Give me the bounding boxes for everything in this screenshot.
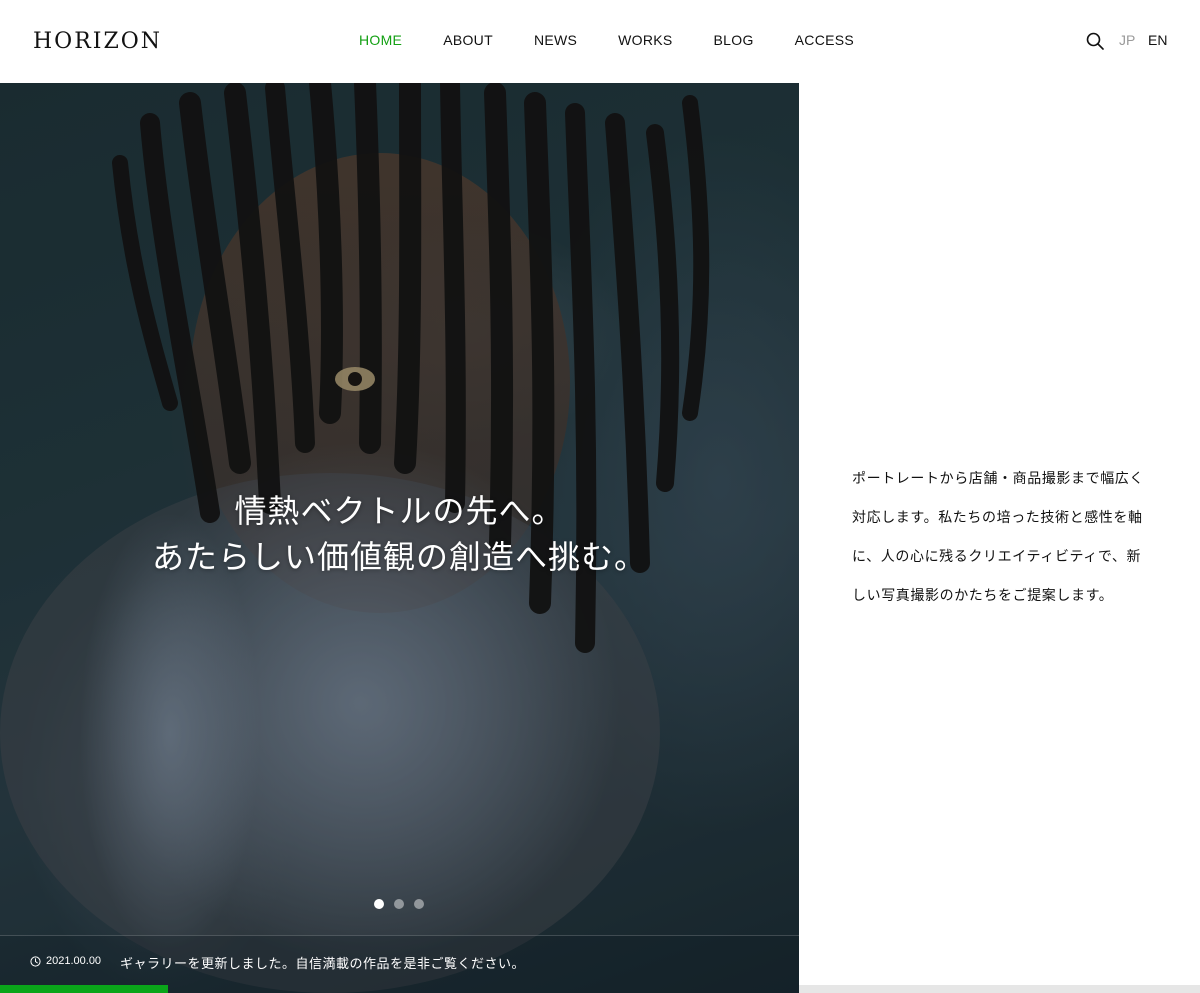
nav-home[interactable]: HOME [359, 32, 402, 48]
hero-headline: 情熱ベクトルの先へ。 あたらしい価値観の創造へ挑む。 [0, 488, 799, 580]
slider-progress-bar [0, 985, 168, 993]
nav-works[interactable]: WORKS [618, 32, 672, 48]
nav-news[interactable]: NEWS [534, 32, 577, 48]
slider-dot-3[interactable] [414, 899, 424, 909]
hero-slider: 情熱ベクトルの先へ。 あたらしい価値観の創造へ挑む。 2021.00.00 ギャ… [0, 83, 799, 993]
news-date: 2021.00.00 [46, 955, 102, 967]
clock-icon [30, 956, 41, 967]
site-header: HORIZON HOME ABOUT NEWS WORKS BLOG ACCES… [0, 0, 1200, 83]
intro-line-3: に、人の心に残るクリエイティビティで、新 [852, 549, 1142, 565]
intro-line-2: 対応します。私たちの培った技術と感性を軸 [852, 510, 1143, 526]
nav-about[interactable]: ABOUT [443, 32, 493, 48]
search-icon[interactable] [1086, 32, 1104, 50]
right-progress-track [799, 985, 1200, 993]
main-nav: HOME ABOUT NEWS WORKS BLOG ACCESS [359, 32, 854, 48]
news-link[interactable]: ギャラリーを更新しました。自信満載の作品を是非ご覧ください。 [120, 953, 525, 972]
intro-line-1: ポートレートから店舗・商品撮影まで幅広く [852, 471, 1144, 487]
slider-dot-2[interactable] [394, 899, 404, 909]
hero-headline-line-1: 情熱ベクトルの先へ。 [234, 492, 565, 530]
nav-blog[interactable]: BLOG [714, 32, 754, 48]
hero-headline-line-2: あたらしい価値観の創造へ挑む。 [151, 538, 647, 576]
slider-pagination [374, 899, 424, 909]
intro-text: ポートレートから店舗・商品撮影まで幅広く 対応します。私たちの培った技術と感性を… [852, 460, 1172, 616]
intro-line-4: しい写真撮影のかたちをご提案します。 [852, 588, 1114, 604]
lang-jp[interactable]: JP [1119, 32, 1135, 48]
nav-access[interactable]: ACCESS [795, 32, 854, 48]
slider-dot-1[interactable] [374, 899, 384, 909]
lang-en[interactable]: EN [1148, 32, 1167, 48]
site-logo[interactable]: HORIZON [33, 28, 162, 56]
